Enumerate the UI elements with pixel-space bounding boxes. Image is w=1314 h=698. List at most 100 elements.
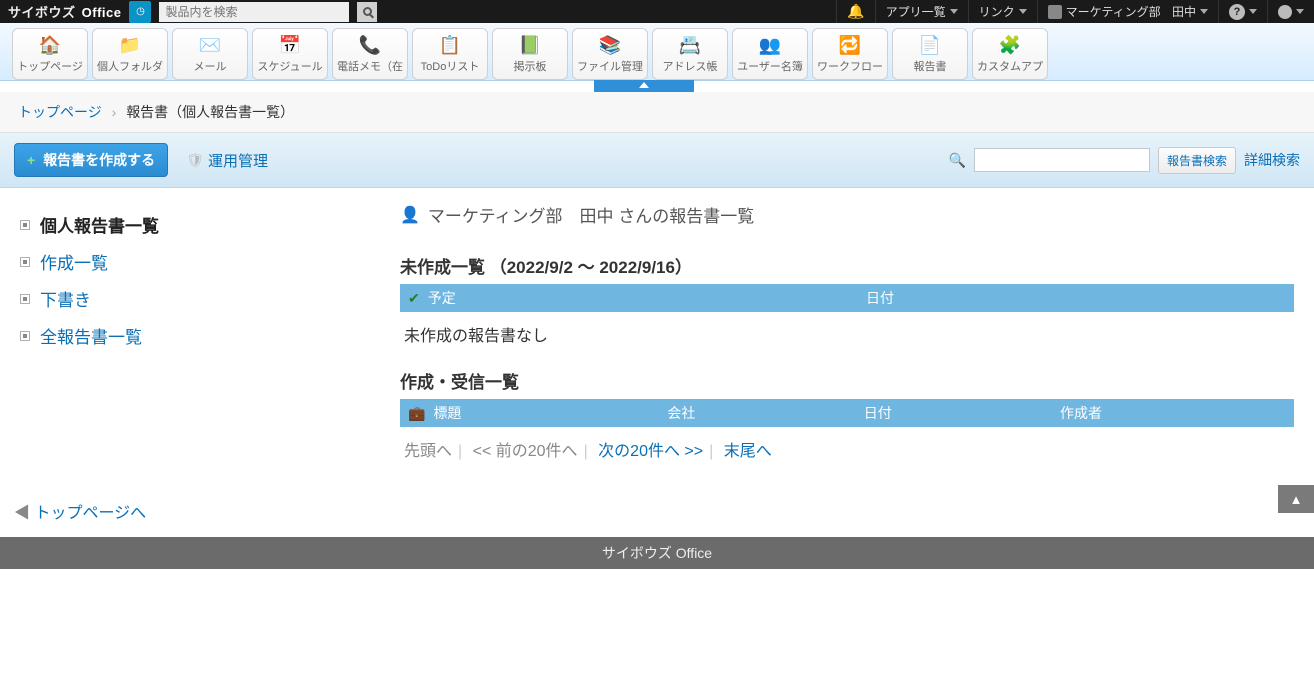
apps-menu[interactable]: アプリ一覧 (875, 0, 968, 23)
app-label: スケジュール (257, 58, 322, 74)
col-company: 会社 (667, 403, 855, 423)
bell-icon: 🔔 (847, 3, 864, 20)
sidebar-item-全報告書一覧[interactable]: 全報告書一覧 (20, 317, 380, 354)
app-icon: 📅 (278, 34, 302, 56)
app-報告書[interactable]: 📄 報告書 (892, 28, 968, 80)
app-icon: 📇 (678, 34, 702, 56)
global-search-input[interactable] (159, 2, 349, 22)
app-トップページ[interactable]: 🏠 トップページ (12, 28, 88, 80)
app-label: メール (194, 58, 227, 74)
app-icon: 📚 (598, 34, 622, 56)
back-to-top-row: ◀ トップページへ (0, 485, 1314, 537)
app-label: 掲示板 (514, 58, 547, 74)
app-toolbar: 🏠 トップページ 📁 個人フォルダ ✉️メール 📅 スケジュール 📞電話メモ（在📋ToDoリス… (0, 23, 1314, 81)
gear-icon (1278, 5, 1292, 19)
top-bar: サイボウズ Office ◷ 🔔 アプリ一覧 リンク マーケティング部 田中 ? (0, 0, 1314, 23)
shield-icon: 🛡 (186, 152, 204, 169)
help-menu[interactable]: ? (1218, 0, 1267, 23)
bell-button[interactable]: 🔔 (836, 0, 874, 23)
create-report-button[interactable]: 報告書を作成する (14, 143, 168, 177)
app-label: ファイル管理 (577, 58, 643, 74)
links-menu[interactable]: リンク (968, 0, 1037, 23)
check-icon: ✔ (408, 290, 420, 307)
bullet-icon (20, 294, 30, 304)
app-ファイル管理[interactable]: 📚 ファイル管理 (572, 28, 648, 80)
scroll-top-button[interactable]: ▲ (1278, 485, 1314, 513)
app-label: 個人フォルダ (97, 58, 163, 74)
notification-badge-icon[interactable]: ◷ (129, 1, 151, 23)
app-icon: 🏠 (38, 34, 62, 56)
col-date: 日付 (866, 288, 1286, 308)
uncreated-none-row: 未作成の報告書なし (400, 312, 1294, 356)
app-掲示板[interactable]: 📗 掲示板 (492, 28, 568, 80)
sidebar-item-label: 個人報告書一覧 (40, 212, 159, 237)
admin-link[interactable]: 🛡 運用管理 (186, 150, 268, 171)
app-icon: 📄 (918, 34, 942, 56)
uncreated-table-header: ✔ 予定 日付 (400, 284, 1294, 312)
app-スケジュール[interactable]: 📅 スケジュール (252, 28, 328, 80)
pager: 先頭へ| << 前の20件へ| 次の20件へ >>| 末尾へ (400, 427, 1294, 471)
col-title: 標題 (433, 403, 659, 423)
detail-search-link[interactable]: 詳細検索 (1244, 150, 1300, 170)
body: 個人報告書一覧作成一覧下書き全報告書一覧 👤 マーケティング部 田中 さんの報告… (0, 188, 1314, 485)
pager-first: 先頭へ (404, 443, 452, 460)
app-label: 報告書 (914, 58, 947, 74)
breadcrumb-top-link[interactable]: トップページ (18, 104, 102, 120)
triangle-left-icon: ◀ (14, 505, 30, 522)
briefcase-icon: 💼 (408, 405, 425, 422)
app-label: トップページ (17, 58, 83, 74)
col-schedule: 予定 (428, 288, 858, 308)
back-to-top-link[interactable]: トップページへ (34, 505, 146, 522)
app-icon: 🔁 (838, 34, 862, 56)
app-ワークフロー[interactable]: 🔁ワークフロー (812, 28, 888, 80)
app-icon: 👥 (758, 34, 782, 56)
created-section-title: 作成・受信一覧 (400, 368, 1294, 393)
app-label: アドレス帳 (663, 58, 718, 74)
pager-next[interactable]: 次の20件へ >> (598, 443, 703, 460)
page-title: 👤 マーケティング部 田中 さんの報告書一覧 (400, 202, 1294, 241)
logo: サイボウズ Office (8, 2, 121, 21)
sidebar-item-label: 下書き (40, 286, 91, 311)
sidebar-item-個人報告書一覧[interactable]: 個人報告書一覧 (20, 206, 380, 243)
col-date: 日付 (864, 403, 1052, 423)
chevron-down-icon (1249, 9, 1257, 14)
settings-menu[interactable] (1267, 0, 1314, 23)
app-icon: 📋 (438, 34, 462, 56)
bullet-icon (20, 257, 30, 267)
app-カスタムアプ[interactable]: 🧩 カスタムアプ (972, 28, 1048, 80)
app-アドレス帳[interactable]: 📇 アドレス帳 (652, 28, 728, 80)
pager-prev: << 前の20件へ (473, 443, 578, 460)
breadcrumb: トップページ › 報告書（個人報告書一覧） (0, 92, 1314, 133)
global-search-button[interactable] (357, 2, 377, 22)
app-icon: 📗 (518, 34, 542, 56)
sidebar-item-作成一覧[interactable]: 作成一覧 (20, 243, 380, 280)
avatar-icon (1048, 5, 1062, 19)
app-label: カスタムアプ (977, 58, 1043, 74)
app-icon: 🧩 (998, 34, 1022, 56)
main-content: 👤 マーケティング部 田中 さんの報告書一覧 未作成一覧 （2022/9/2 〜… (400, 188, 1314, 485)
pager-last[interactable]: 末尾へ (724, 443, 772, 460)
app-電話メモ（在[interactable]: 📞電話メモ（在 (332, 28, 408, 80)
app-個人フォルダ[interactable]: 📁 個人フォルダ (92, 28, 168, 80)
app-ToDoリスト[interactable]: 📋ToDoリスト (412, 28, 488, 80)
app-icon: 📁 (118, 34, 142, 56)
chevron-down-icon (1019, 9, 1027, 14)
active-app-indicator (0, 80, 1314, 92)
bullet-icon (20, 331, 30, 341)
report-search-button[interactable]: 報告書検索 (1158, 147, 1236, 174)
breadcrumb-current: 報告書（個人報告書一覧） (126, 104, 294, 120)
user-menu[interactable]: マーケティング部 田中 (1037, 0, 1218, 23)
app-label: ユーザー名簿 (737, 58, 803, 74)
plus-icon (27, 152, 37, 168)
sidebar-item-label: 作成一覧 (40, 249, 108, 274)
footer: サイボウズ Office (0, 537, 1314, 569)
report-search-input[interactable] (974, 148, 1150, 172)
breadcrumb-separator-icon: › (112, 104, 117, 120)
sidebar-item-下書き[interactable]: 下書き (20, 280, 380, 317)
search-icon (363, 7, 372, 16)
app-ユーザー名簿[interactable]: 👥 ユーザー名簿 (732, 28, 808, 80)
chevron-down-icon (950, 9, 958, 14)
app-メール[interactable]: ✉️メール (172, 28, 248, 80)
search-icon: 🔍 (949, 152, 966, 169)
bullet-icon (20, 220, 30, 230)
